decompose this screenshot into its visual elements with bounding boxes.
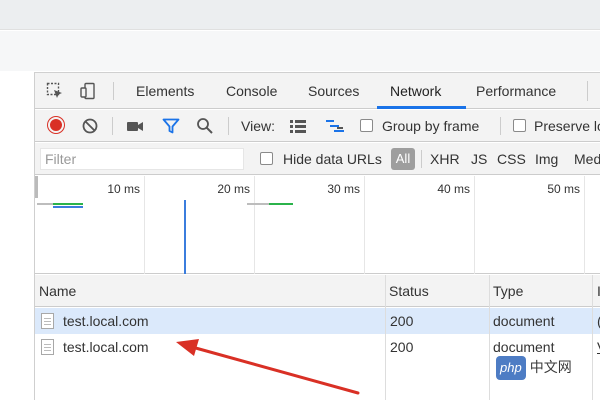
table-row[interactable]: test.local.com 200 document ( <box>35 308 600 334</box>
site-watermark: php 中文网 <box>496 355 572 380</box>
large-request-rows-icon[interactable] <box>289 117 307 135</box>
tab-console[interactable]: Console <box>226 73 277 109</box>
overview-gridline <box>254 176 255 274</box>
overview-request-bar <box>53 206 83 208</box>
filter-separator <box>421 150 422 168</box>
tab-performance[interactable]: Performance <box>476 73 556 109</box>
type-filter-media[interactable]: Med <box>574 147 600 171</box>
filter-icon[interactable] <box>162 117 180 135</box>
waterfall-view-icon[interactable] <box>325 117 344 135</box>
column-header-status[interactable]: Status <box>385 275 429 307</box>
column-divider[interactable] <box>385 275 386 400</box>
column-divider[interactable] <box>489 275 490 400</box>
group-by-frame-checkbox[interactable] <box>360 119 373 132</box>
type-filter-css[interactable]: CSS <box>497 147 526 171</box>
tab-sources[interactable]: Sources <box>308 73 359 109</box>
preserve-log-checkbox[interactable] <box>513 119 526 132</box>
search-icon[interactable] <box>196 117 214 135</box>
overview-gridline <box>584 176 585 274</box>
toolbar-separator <box>500 117 501 135</box>
type-filter-xhr[interactable]: XHR <box>430 147 460 171</box>
group-by-frame-label: Group by frame <box>382 118 480 134</box>
overview-request-bar <box>247 203 269 205</box>
network-overview-timeline[interactable]: 10 ms 20 ms 30 ms 40 ms 50 ms <box>35 176 600 274</box>
capture-screenshots-icon[interactable] <box>126 117 144 135</box>
overview-request-bar <box>37 203 53 205</box>
tab-separator <box>113 82 114 100</box>
hide-data-urls-label: Hide data URLs <box>283 151 382 167</box>
overview-tick-label: 30 ms <box>327 182 360 196</box>
filter-bar: Hide data URLs All XHR JS CSS Img Med <box>35 143 600 175</box>
overview-gridline <box>144 176 145 274</box>
browser-tab-strip <box>0 0 600 30</box>
inspect-element-icon[interactable] <box>46 82 64 100</box>
request-type: document <box>493 313 555 329</box>
type-filter-all[interactable]: All <box>391 148 415 170</box>
browser-address-area <box>0 31 600 71</box>
tab-separator <box>587 81 588 101</box>
overview-request-bar <box>269 203 293 205</box>
column-header-type[interactable]: Type <box>489 275 523 307</box>
request-status: 200 <box>390 339 414 355</box>
devtools-panel: Elements Console Sources Network Perform… <box>34 72 600 400</box>
type-filter-js[interactable]: JS <box>471 147 487 171</box>
devtools-tab-bar: Elements Console Sources Network Perform… <box>35 73 600 109</box>
column-header-initiator[interactable]: I <box>593 275 600 307</box>
record-button[interactable] <box>48 117 64 133</box>
request-name: test.local.com <box>63 339 149 355</box>
overview-request-bar <box>53 203 83 205</box>
view-label: View: <box>241 118 275 134</box>
requests-table-header: Name Status Type I <box>35 275 600 307</box>
column-header-name[interactable]: Name <box>35 275 76 307</box>
tab-elements[interactable]: Elements <box>136 73 194 109</box>
column-divider[interactable] <box>592 275 593 400</box>
type-filter-img[interactable]: Img <box>535 147 558 171</box>
overview-window-handle[interactable] <box>35 176 38 198</box>
overview-tick-label: 10 ms <box>107 182 140 196</box>
document-icon <box>41 313 54 329</box>
device-toolbar-icon[interactable] <box>79 82 97 100</box>
tab-network[interactable]: Network <box>390 73 441 109</box>
filter-input[interactable] <box>40 148 244 170</box>
preserve-log-label: Preserve lo <box>534 118 600 134</box>
toolbar-separator <box>228 117 229 135</box>
dom-content-loaded-marker <box>184 200 186 274</box>
watermark-text: 中文网 <box>529 359 572 375</box>
request-status: 200 <box>390 313 414 329</box>
request-name: test.local.com <box>63 313 149 329</box>
clear-icon[interactable] <box>81 117 99 135</box>
watermark-logo-badge: php <box>496 356 526 380</box>
overview-gridline <box>474 176 475 274</box>
overview-tick-label: 20 ms <box>217 182 250 196</box>
network-toolbar: View: Group by frame Preserve lo <box>35 110 600 142</box>
overview-tick-label: 50 ms <box>547 182 580 196</box>
active-tab-indicator <box>377 106 466 109</box>
toolbar-separator <box>112 117 113 135</box>
overview-gridline <box>364 176 365 274</box>
overview-tick-label: 40 ms <box>437 182 470 196</box>
document-icon <box>41 339 54 355</box>
hide-data-urls-checkbox[interactable] <box>260 152 273 165</box>
